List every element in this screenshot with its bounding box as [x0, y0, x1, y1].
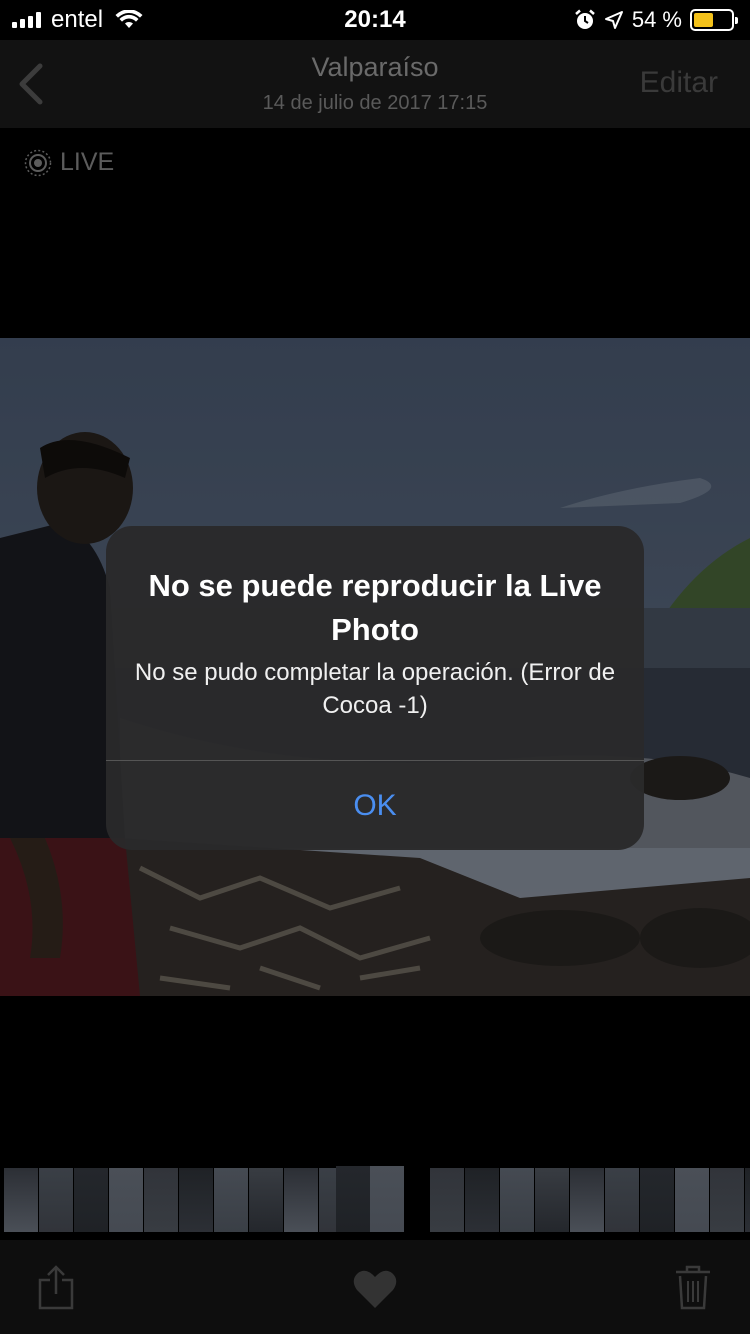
battery-icon: [690, 9, 738, 31]
filmstrip-thumbnail[interactable]: [109, 1168, 143, 1232]
live-badge[interactable]: LIVE: [24, 148, 114, 177]
filmstrip-thumbnail[interactable]: [179, 1168, 213, 1232]
battery-percent: 54 %: [631, 7, 682, 32]
nav-subtitle: 14 de julio de 2017 17:15: [262, 92, 488, 114]
filmstrip-thumbnail[interactable]: [675, 1168, 709, 1232]
location-icon: [604, 11, 623, 29]
ok-button[interactable]: OK: [106, 761, 644, 850]
alert-message: No se pudo completar la operación. (Erro…: [134, 659, 616, 719]
live-label: LIVE: [60, 148, 115, 176]
nav-bar: Valparaíso 14 de julio de 2017 17:15 Edi…: [0, 40, 750, 128]
error-alert: No se puede reproducir la Live Photo No …: [106, 526, 644, 850]
edit-button[interactable]: Editar: [640, 66, 718, 100]
filmstrip-thumbnail[interactable]: [570, 1168, 604, 1232]
filmstrip-thumbnail[interactable]: [710, 1168, 744, 1232]
status-bar: entel 20:14 54 %: [0, 0, 750, 40]
filmstrip-thumbnail[interactable]: [605, 1168, 639, 1232]
filmstrip[interactable]: [0, 1166, 750, 1234]
heart-icon[interactable]: [352, 1268, 398, 1310]
filmstrip-thumbnail[interactable]: [249, 1168, 283, 1232]
filmstrip-thumbnail[interactable]: [535, 1168, 569, 1232]
filmstrip-thumbnail[interactable]: [465, 1168, 499, 1232]
trash-icon[interactable]: [674, 1264, 712, 1310]
alert-title: No se puede reproducir la Live Photo: [148, 568, 602, 647]
live-photo-icon: [24, 149, 52, 176]
alarm-icon: [575, 9, 595, 29]
battery-level: [694, 13, 714, 27]
filmstrip-thumbnail[interactable]: [430, 1168, 464, 1232]
filmstrip-thumbnail[interactable]: [500, 1168, 534, 1232]
filmstrip-thumbnail[interactable]: [4, 1168, 38, 1232]
filmstrip-thumbnail[interactable]: [370, 1166, 404, 1232]
filmstrip-thumbnail[interactable]: [745, 1168, 750, 1232]
filmstrip-thumbnail[interactable]: [39, 1168, 73, 1232]
filmstrip-thumbnail[interactable]: [640, 1168, 674, 1232]
filmstrip-thumbnail[interactable]: [284, 1168, 318, 1232]
filmstrip-thumbnail[interactable]: [214, 1168, 248, 1232]
nav-title: Valparaíso: [311, 52, 439, 82]
filmstrip-thumbnail[interactable]: [74, 1168, 108, 1232]
filmstrip-thumbnail[interactable]: [336, 1166, 370, 1232]
share-icon[interactable]: [36, 1264, 76, 1310]
status-right: 54 %: [574, 6, 738, 34]
bottom-toolbar: [0, 1240, 750, 1334]
filmstrip-thumbnail[interactable]: [144, 1168, 178, 1232]
